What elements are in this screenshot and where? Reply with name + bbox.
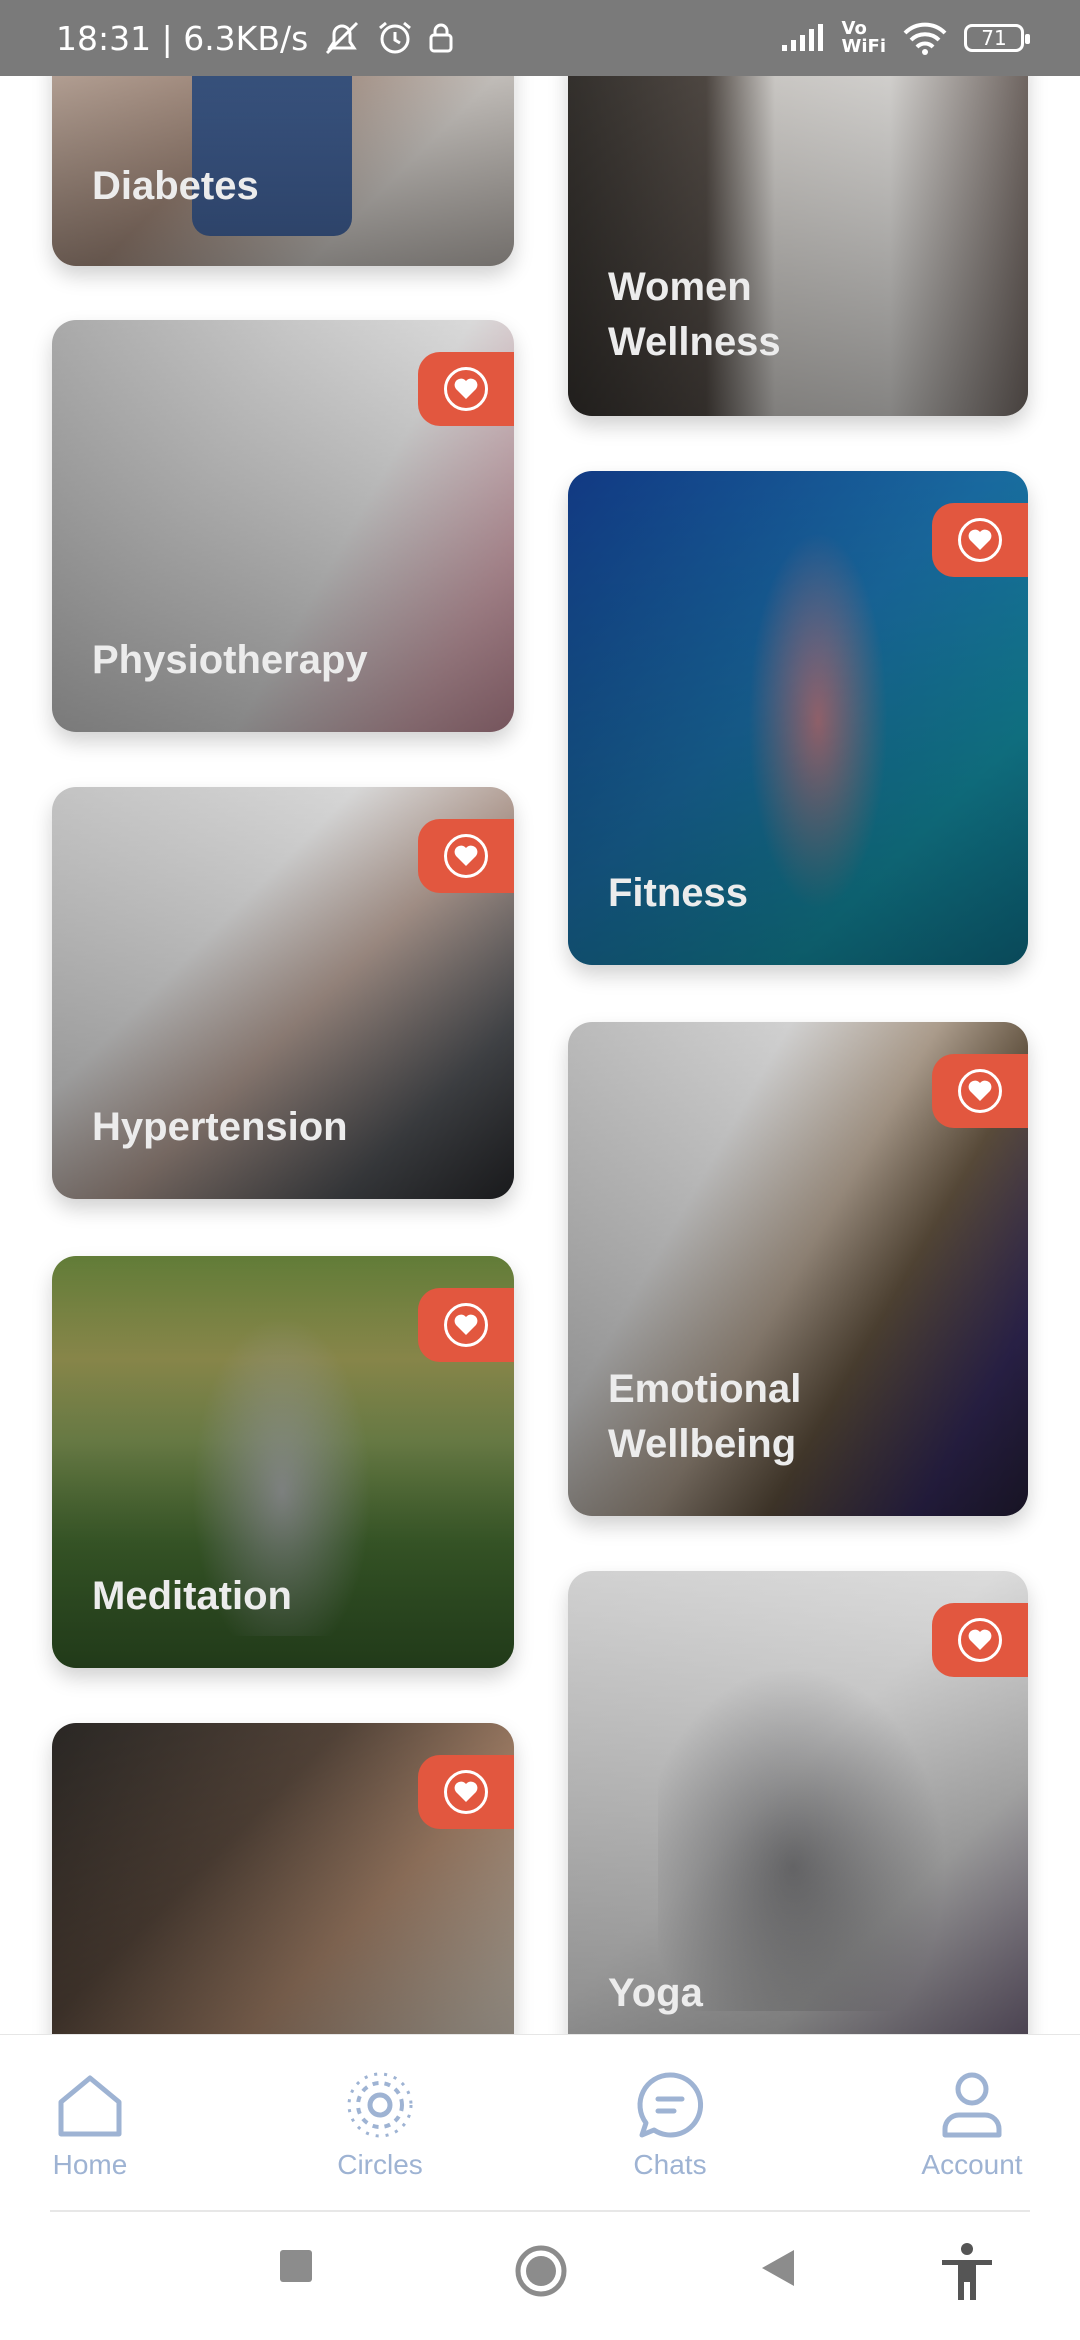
- nav-circles-label: Circles: [337, 2149, 423, 2180]
- category-card-physiotherapy[interactable]: Physiotherapy: [52, 320, 514, 732]
- favorite-button[interactable]: [418, 1288, 514, 1362]
- chat-icon: [590, 2065, 750, 2145]
- favorite-button[interactable]: [418, 1755, 514, 1829]
- battery-level: 71: [981, 26, 1007, 50]
- card-label: Diabetes: [92, 164, 259, 208]
- square-icon: [280, 2250, 312, 2282]
- circles-icon: [300, 2065, 460, 2145]
- heart-icon: [958, 1618, 1002, 1662]
- bottom-navigation: Home Circles Chats Account: [0, 2034, 1080, 2213]
- status-bar: 18:31 | 6.3KB/s Vo WiFi 71: [0, 0, 1080, 76]
- account-icon: [892, 2065, 1052, 2145]
- alarm-icon: [376, 20, 414, 56]
- circle-home-icon: [515, 2245, 567, 2297]
- nav-account[interactable]: Account: [892, 2065, 1052, 2181]
- category-card-hypertension[interactable]: Hypertension: [52, 787, 514, 1199]
- mute-bell-icon: [322, 20, 362, 56]
- favorite-button[interactable]: [932, 1054, 1028, 1128]
- nav-home-label: Home: [52, 2149, 128, 2180]
- nav-chats[interactable]: Chats: [590, 2065, 750, 2181]
- home-icon: [10, 2065, 170, 2145]
- heart-icon: [958, 518, 1002, 562]
- nav-circles[interactable]: Circles: [300, 2065, 460, 2181]
- category-card-quit-smoking[interactable]: [52, 1723, 514, 2034]
- category-card-fitness[interactable]: Fitness: [568, 471, 1028, 965]
- card-label: Fitness: [608, 871, 749, 915]
- category-card-meditation[interactable]: Meditation: [52, 1256, 514, 1668]
- heart-icon: [444, 367, 488, 411]
- nav-chats-label: Chats: [633, 2149, 707, 2180]
- category-card-diabetes[interactable]: Diabetes: [52, 76, 514, 266]
- heart-icon: [444, 1770, 488, 1814]
- signal-icon: [780, 23, 826, 53]
- recent-apps-button[interactable]: [278, 2248, 314, 2284]
- favorite-button[interactable]: [418, 352, 514, 426]
- category-card-yoga[interactable]: Yoga: [568, 1571, 1028, 2034]
- category-card-emotional-wellbeing[interactable]: Emotional Wellbeing: [568, 1022, 1028, 1516]
- home-system-button[interactable]: [514, 2244, 568, 2298]
- heart-icon: [958, 1069, 1002, 1113]
- category-grid[interactable]: Diabetes Women Wellness Physiotherapy Fi…: [0, 76, 1080, 2034]
- category-card-women-wellness[interactable]: Women Wellness: [568, 76, 1028, 416]
- card-label: Physiotherapy: [92, 638, 368, 682]
- card-label: Hypertension: [92, 1105, 348, 1149]
- status-left: 18:31 | 6.3KB/s: [56, 19, 454, 58]
- system-navigation-bar: [0, 2212, 1080, 2340]
- back-button[interactable]: [760, 2248, 796, 2288]
- card-label: Emotional Wellbeing: [608, 1367, 802, 1466]
- lock-icon: [428, 22, 454, 54]
- card-label: Yoga: [608, 1971, 703, 2015]
- status-right: Vo WiFi 71: [780, 18, 1030, 57]
- favorite-button[interactable]: [932, 503, 1028, 577]
- battery-indicator: 71: [964, 24, 1030, 52]
- accessibility-button[interactable]: [938, 2242, 996, 2302]
- card-label: Meditation: [92, 1574, 292, 1618]
- back-triangle-icon: [762, 2250, 794, 2286]
- vowifi-label: Vo WiFi: [841, 18, 887, 57]
- card-label: Women Wellness: [608, 265, 781, 364]
- favorite-button[interactable]: [418, 819, 514, 893]
- heart-icon: [444, 1303, 488, 1347]
- heart-icon: [444, 834, 488, 878]
- favorite-button[interactable]: [932, 1603, 1028, 1677]
- wifi-icon: [902, 21, 948, 55]
- nav-home[interactable]: Home: [10, 2065, 170, 2181]
- time-and-speed: 18:31 | 6.3KB/s: [56, 18, 309, 58]
- nav-account-label: Account: [921, 2149, 1023, 2180]
- accessibility-icon: [942, 2243, 992, 2300]
